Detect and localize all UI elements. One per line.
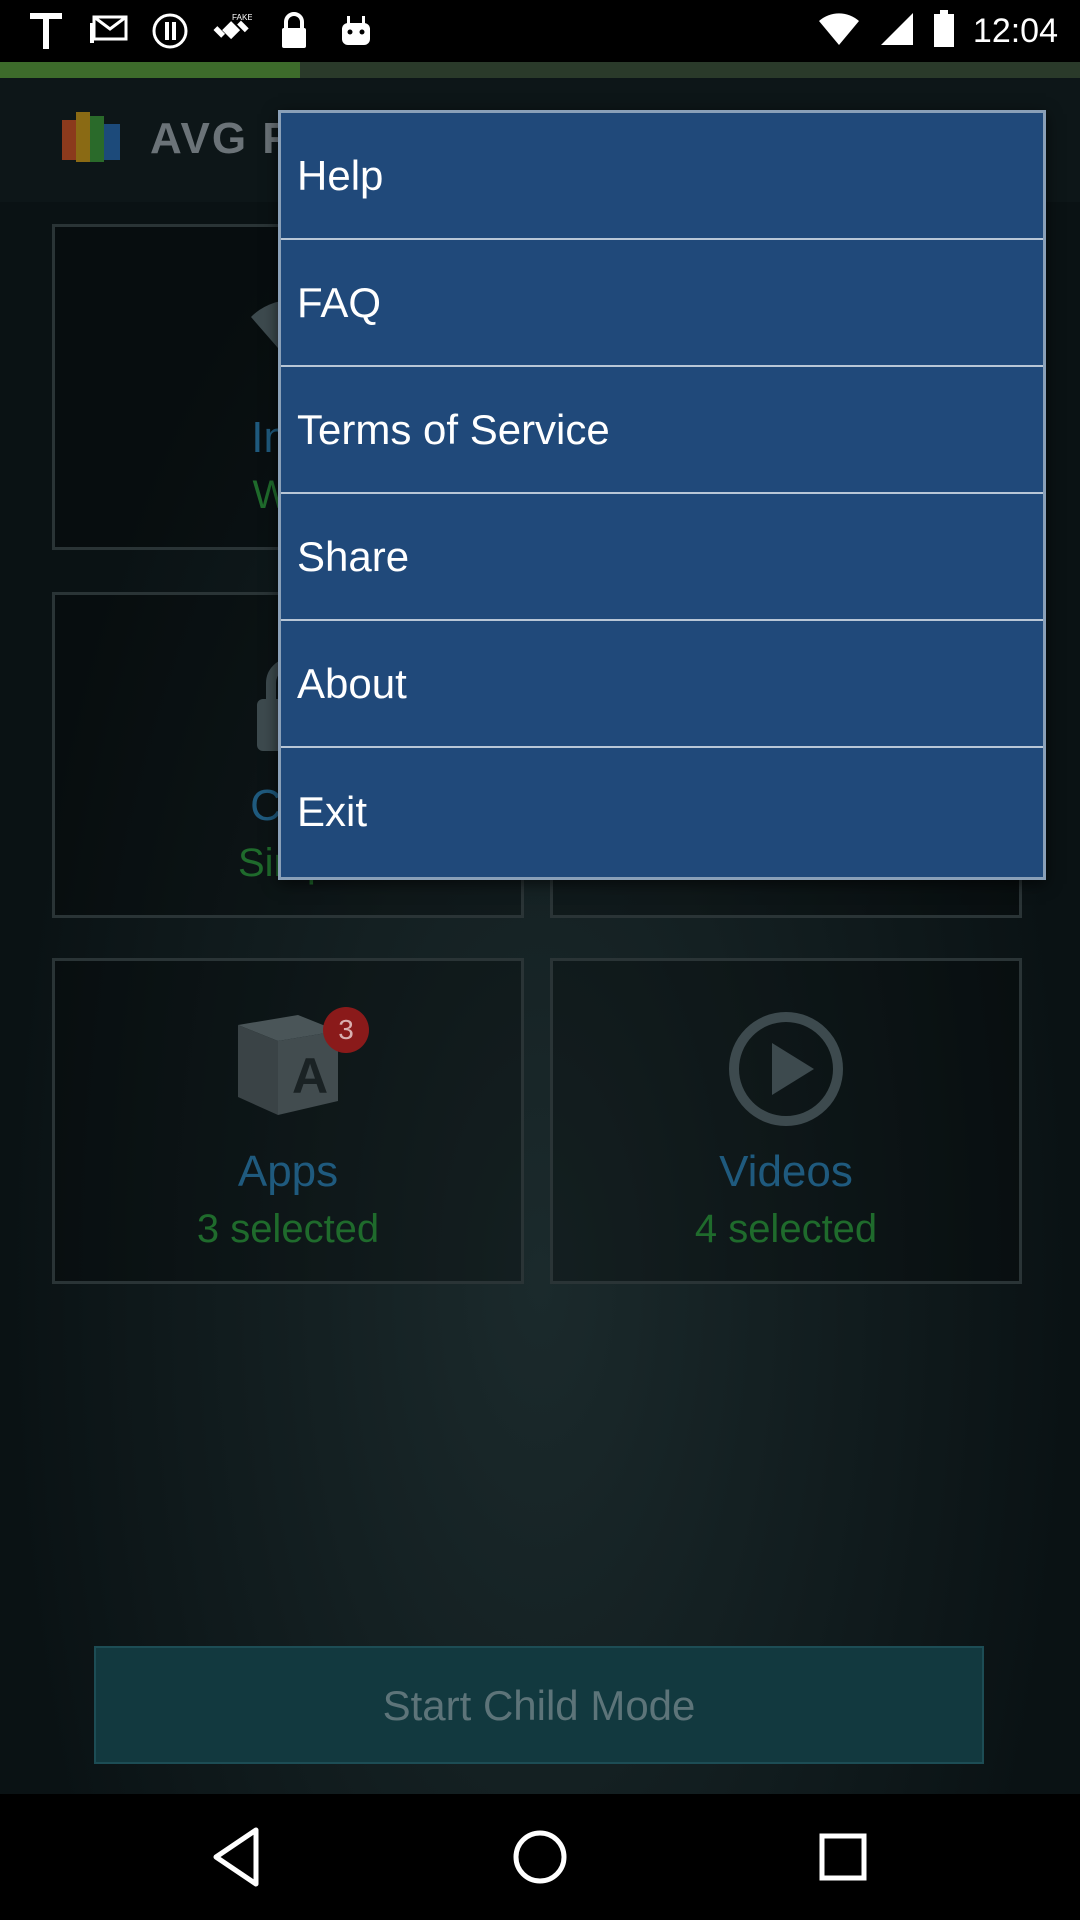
mail-icon [88, 11, 128, 51]
clock: 12:04 [972, 11, 1058, 50]
menu-item-help[interactable]: Help [281, 113, 1043, 240]
recents-icon[interactable] [808, 1822, 878, 1892]
status-bar: FAKE 12:04 [0, 0, 1080, 62]
overflow-menu: Help FAQ Terms of Service Share About Ex… [278, 110, 1046, 880]
play-icon [726, 1009, 846, 1134]
tile-title: Apps [237, 1147, 339, 1196]
home-icon[interactable] [505, 1822, 575, 1892]
start-child-mode-button[interactable]: Start Child Mode [94, 1646, 984, 1764]
menu-item-exit[interactable]: Exit [281, 748, 1043, 875]
tile-subtitle: 4 selected [694, 1207, 878, 1251]
cellular-signal-icon [879, 11, 915, 52]
tile-title: Videos [719, 1147, 853, 1196]
navigation-bar [0, 1794, 1080, 1920]
tile-apps[interactable]: A 3 Apps 3 selected [52, 958, 524, 1284]
header-strip-accent [0, 62, 300, 78]
apps-count-badge: 3 [323, 1007, 369, 1053]
battery-icon [933, 9, 955, 53]
back-icon[interactable] [202, 1822, 272, 1892]
text-icon [26, 11, 66, 51]
fake-gps-icon: FAKE [212, 11, 252, 51]
tile-subtitle: 3 selected [196, 1207, 380, 1251]
menu-item-share[interactable]: Share [281, 494, 1043, 621]
menu-item-about[interactable]: About [281, 621, 1043, 748]
android-icon [336, 11, 376, 51]
tile-videos[interactable]: Videos 4 selected [550, 958, 1022, 1284]
avg-logo-icon [60, 106, 126, 172]
app-title: AVG F [150, 114, 292, 163]
menu-item-terms-of-service[interactable]: Terms of Service [281, 367, 1043, 494]
wifi-icon [817, 11, 861, 52]
svg-text:FAKE: FAKE [232, 13, 252, 22]
menu-item-faq[interactable]: FAQ [281, 240, 1043, 367]
notification-icons: FAKE [26, 10, 376, 52]
system-status: 12:04 [817, 8, 1058, 54]
lock-icon [274, 11, 314, 51]
alert-icon [150, 11, 190, 51]
svg-text:A: A [292, 1048, 328, 1104]
header-strip [0, 62, 1080, 78]
